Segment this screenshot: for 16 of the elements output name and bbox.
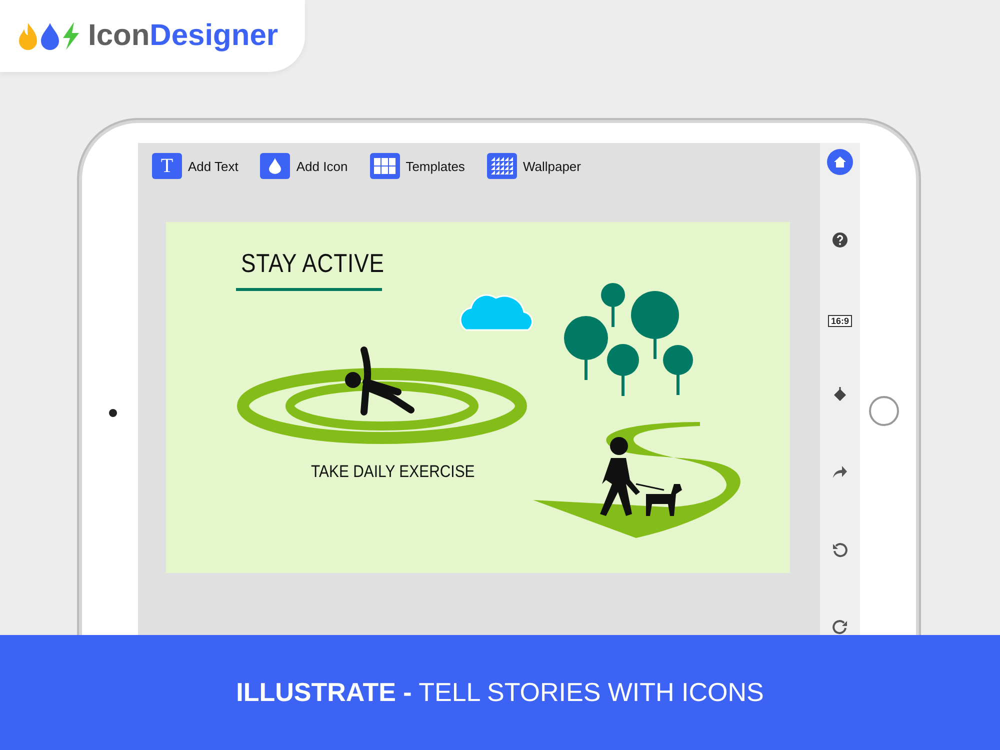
aspect-ratio-label: 16:9 xyxy=(828,314,852,326)
logo-text: Icon xyxy=(88,19,150,53)
toolbar-button[interactable]: Add Icon xyxy=(260,153,348,179)
toolbar-label: Add Icon xyxy=(296,158,348,174)
canvas-title: STAY ACTIVE xyxy=(241,248,384,279)
text-tool-icon: T xyxy=(152,153,182,179)
sidebar-button[interactable]: 16:9 xyxy=(828,308,852,326)
toolbar-label: Add Text xyxy=(188,158,238,174)
canvas-caption: TAKE DAILY EXERCISE xyxy=(311,462,475,482)
toolbar-label: Wallpaper xyxy=(522,158,581,174)
toolbar-button[interactable]: Templates xyxy=(370,153,465,179)
toolbar-button[interactable]: Wallpaper xyxy=(486,153,581,179)
banner-text: ILLUSTRATE - TELL STORIES WITH ICONS xyxy=(236,677,764,708)
logo-text: Designer xyxy=(150,19,278,53)
toolbar-button[interactable]: T Add Text xyxy=(152,153,238,179)
toolbar-label: Templates xyxy=(406,158,465,174)
